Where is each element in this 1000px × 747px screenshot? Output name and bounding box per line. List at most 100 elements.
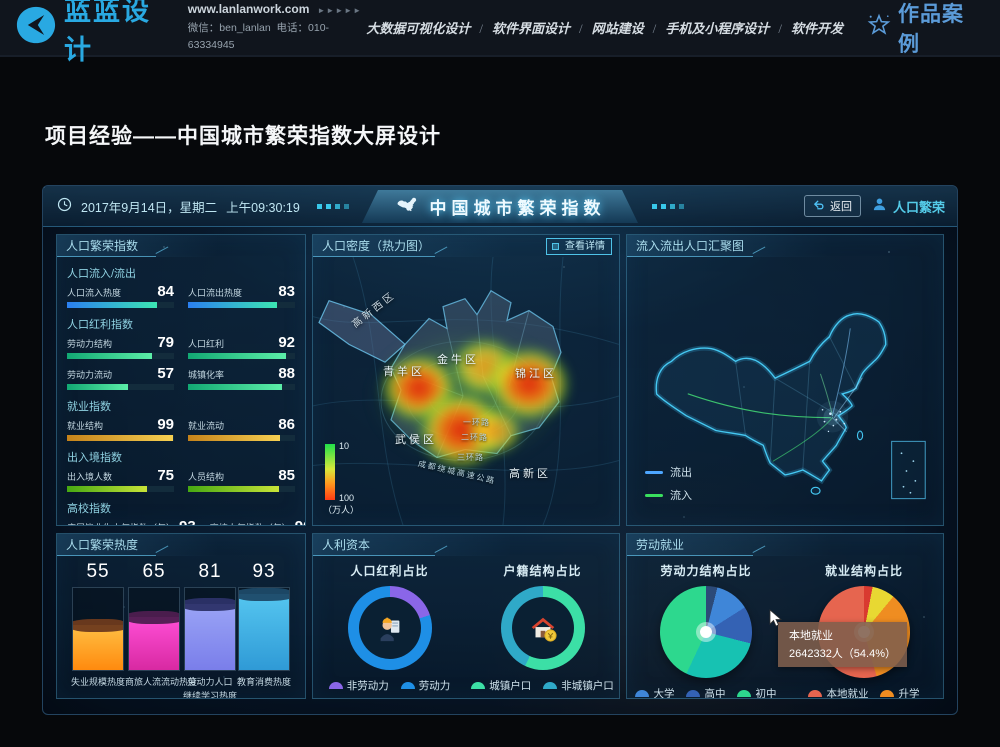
main-nav: 大数据可视化设计软件界面设计网站建设手机及小程序设计软件开发 [366,18,843,37]
gauge-value: 86 [278,417,295,432]
gauge: 劳动力流动 57 [67,366,174,390]
gauge-row: 城镇化率88 [188,366,295,381]
heat-bar-box [128,587,180,671]
gauge-track [188,353,295,359]
panel-title: 劳动就业 [627,534,943,556]
chart-title: 人口红利占比 [318,562,462,579]
nav-item[interactable]: 软件界面设计 [492,18,592,37]
gauge-label: 人口流出热度 [188,286,242,299]
lanlan-logo[interactable]: 蓝蓝设计 [16,0,172,67]
legend-item: 本地就业 [808,686,868,699]
panel-title: 流入流出人口汇聚图 [627,235,943,257]
gauge-label: 就业流动 [188,419,224,432]
gauge-row: 人口红利92 [188,335,295,350]
dashboard-main: 人口繁荣指数 人口流入/流出人口流入热度84人口流出热度83人口红利指数劳动力结… [43,226,957,714]
user-mode-button[interactable]: 人口繁荣 [872,197,945,216]
pie-ring[interactable] [660,586,752,678]
user-mode-label: 人口繁荣 [893,197,945,216]
district-label: 金牛区 [437,351,479,367]
chart-legend: 非劳动力劳动力 [318,678,462,693]
legend-label: 非城镇户口 [561,678,614,693]
gauge-value: 57 [157,366,174,381]
gauge-track [67,486,174,492]
heat-bar-value: 93 [237,561,291,583]
heat-bar-fill [239,594,289,670]
heat-scale-bar [325,444,335,500]
legend-item: 城镇户口 [471,678,531,693]
gauge-fill [188,302,277,308]
gauge-value: 92 [278,335,295,350]
china-map-icon [395,194,421,219]
nav-item[interactable]: 网站建设 [592,18,666,37]
back-button[interactable]: 返回 [804,195,861,217]
gauge-track [188,302,295,308]
gauge-fill [67,435,173,441]
chengdu-basemap [313,257,619,525]
section-title: 高校指数 [67,500,295,516]
nav-item[interactable]: 大数据可视化设计 [366,18,492,37]
tooltip-name: 本地就业 [789,627,896,643]
chart-title: 就业结构占比 [790,562,939,579]
gauge-row: 就业结构99 [67,417,174,432]
view-details-button[interactable]: 查看详情 [546,238,612,255]
panel-migration-flow: 流入流出人口汇聚图 [626,234,944,526]
gauge-track [188,384,295,390]
district-label: 武侯区 [395,431,437,447]
portfolio-link[interactable]: 作品案例 [867,0,980,58]
website-link[interactable]: www.lanlanwork.com [188,2,310,16]
heat-bar: 65商旅人流流动热度 [125,561,183,699]
time-label: 上午09:30:19 [226,197,300,216]
nav-item[interactable]: 软件开发 [791,18,843,37]
scale-unit-label: （万人） [323,503,359,516]
heat-bar-label-line: 失业规模热度 [71,676,125,690]
donut-ring[interactable] [501,586,585,670]
heat-bar-wave [128,611,180,624]
heat-bar-label: 失业规模热度 [71,676,125,690]
gauge-value: 85 [278,468,295,483]
page-title: 项目经验——中国城市繁荣指数大屏设计 [45,120,441,150]
gauge: 高校人气指数（年）96 [210,519,306,526]
chengdu-heatmap: 高新西区 青羊区 金牛区 锦江区 武侯区 高新区 一环路 二环路 三环路 成都绕… [313,257,619,525]
legend-label: 流出 [670,464,692,480]
donut-ring[interactable] [348,586,432,670]
south-china-sea-inset [892,441,926,498]
datetime-block: 2017年9月14日，星期二 上午09:30:19 [57,186,349,226]
legend-swatch [686,690,700,697]
gauge-label: 就业结构 [67,419,103,432]
gauge-row: 劳动力结构79 [67,335,174,350]
donut-chart-dividend: 人口红利占比 非劳动力劳动力 [318,557,462,693]
gauge: 就业流动 86 [188,417,295,441]
chart-legend: 本地就业升学去往外地待业 [790,686,939,699]
heat-bar-value: 55 [71,561,125,583]
nav-item[interactable]: 手机及小程序设计 [665,18,791,37]
panel-prosperity-heat: 人口繁荣热度 55失业规模热度65商旅人流流动热度81劳动力人口继续学习热度93… [56,533,306,699]
dashboard-title-plate: 中国城市繁荣指数 [362,190,638,223]
gauge-label: 劳动力结构 [67,337,112,350]
legend-item: 非城镇户口 [543,678,614,693]
legend-swatch [737,690,751,697]
donut-chart-household: 户籍结构占比 城镇户口非城镇户口 [471,557,615,693]
nav-list: 大数据可视化设计软件界面设计网站建设手机及小程序设计软件开发 [366,18,843,37]
house-icon [501,586,585,670]
site-header: 蓝蓝设计 www.lanlanwork.com►►►►► 微信：ben_lanl… [0,0,1000,57]
gauge-label: 出入境人数 [67,470,112,483]
gauge-row: 就业流动 86 [188,417,295,432]
heat-bar: 93教育消费热度 [237,561,291,699]
legend-label: 升学 [898,686,919,699]
dashboard-screenshot: 2017年9月14日，星期二 上午09:30:19 中国城市繁荣指数 返回 [42,185,958,715]
legend-item: 高中 [686,686,725,699]
gauge-row: 应届毕业生人气指数（年）93 [67,519,196,526]
pie-ring[interactable]: 本地就业 2642332人（54.4%） [818,586,910,678]
gauge-fill [67,486,147,492]
tooltip-value: 2642332人（54.4%） [789,648,896,660]
gauge-label: 城镇化率 [188,368,224,381]
gauge-grid: 就业结构99 就业流动 86 [67,417,295,441]
legend-item: 流入 [645,487,692,503]
gauge-label: 劳动力流动 [67,368,112,381]
heat-bar-wave [184,598,236,611]
gauge-fill [67,384,128,390]
road-label: 一环路 [463,417,490,428]
scale-min-label: 10 [339,441,349,451]
heat-bar-box [72,587,124,671]
gauge-track [67,353,174,359]
